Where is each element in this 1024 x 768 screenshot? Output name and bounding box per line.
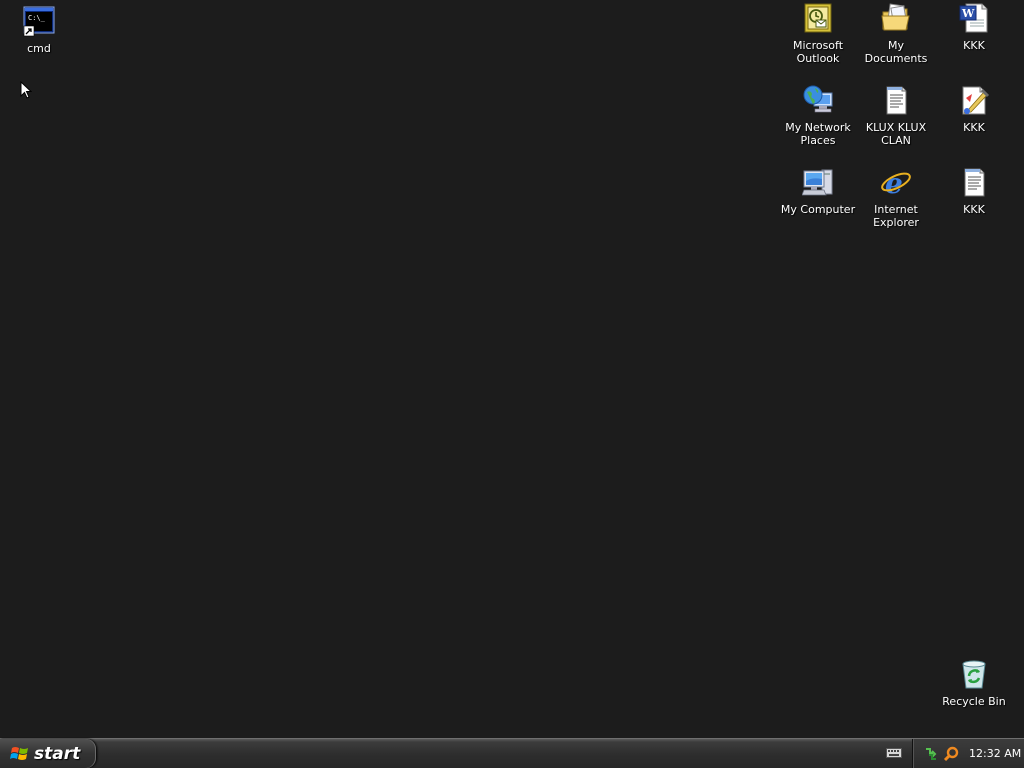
desktop-icon-label: KKK [963,39,985,52]
desktop-icon-label: KKK [963,121,985,134]
desktop-icon-my-network-places[interactable]: My Network Places [780,84,856,147]
network-icon[interactable] [923,746,939,762]
desktop-icon-label: Internet Explorer [873,203,919,229]
desktop-icon-kkk-word[interactable]: W KKK [936,2,1012,52]
command-prompt-shortcut-icon: C:\_ [23,5,55,37]
search-icon[interactable] [943,746,959,762]
desktop-icon-label: My Network Places [785,121,851,147]
paint-image-icon [958,84,990,116]
svg-text:e: e [885,167,903,198]
desktop-icon-recycle-bin[interactable]: Recycle Bin [936,658,1012,708]
text-document-icon [958,166,990,198]
desktop-icon-my-documents[interactable]: My Documents [858,2,934,65]
desktop-icon-kkk-paint[interactable]: KKK [936,84,1012,134]
computer-icon [802,166,834,198]
network-places-icon [802,84,834,116]
recycle-bin-icon [958,658,990,690]
desktop-icon-label: Microsoft Outlook [792,39,844,65]
desktop-icon-cmd[interactable]: C:\_ cmd [1,5,77,55]
desktop-icon-label: My Documents [864,39,928,65]
clock[interactable]: 12:32 AM [969,747,1021,760]
desktop-icon-label: My Computer [780,203,856,216]
svg-text:C:\_: C:\_ [28,14,46,22]
outlook-icon [802,2,834,34]
desktop-icon-internet-explorer[interactable]: e Internet Explorer [858,166,934,229]
text-document-icon [880,84,912,116]
desktop-icon-klux-klux-clan[interactable]: KLUX KLUX CLAN [858,84,934,147]
desktop[interactable]: C:\_ cmd Microsoft Outlook My Documents … [0,0,1024,738]
desktop-icon-kkk-text[interactable]: KKK [936,166,1012,216]
internet-explorer-icon: e [880,166,912,198]
start-label: start [34,743,81,764]
desktop-icon-label: Recycle Bin [942,695,1006,708]
desktop-icon-label: cmd [27,42,51,55]
word-document-icon: W [958,2,990,34]
mouse-cursor-icon [20,81,32,99]
windows-flag-icon [10,746,28,760]
keyboard-icon[interactable] [886,747,902,759]
desktop-icon-label: KKK [963,203,985,216]
start-button[interactable]: start [0,739,96,768]
folder-icon [880,2,912,34]
taskbar: start 12:32 AM [0,738,1024,768]
svg-text:W: W [961,7,975,20]
desktop-icon-my-computer[interactable]: My Computer [780,166,856,216]
system-tray: 12:32 AM [912,739,1024,768]
desktop-icon-outlook[interactable]: Microsoft Outlook [780,2,856,65]
desktop-icon-label: KLUX KLUX CLAN [865,121,927,147]
